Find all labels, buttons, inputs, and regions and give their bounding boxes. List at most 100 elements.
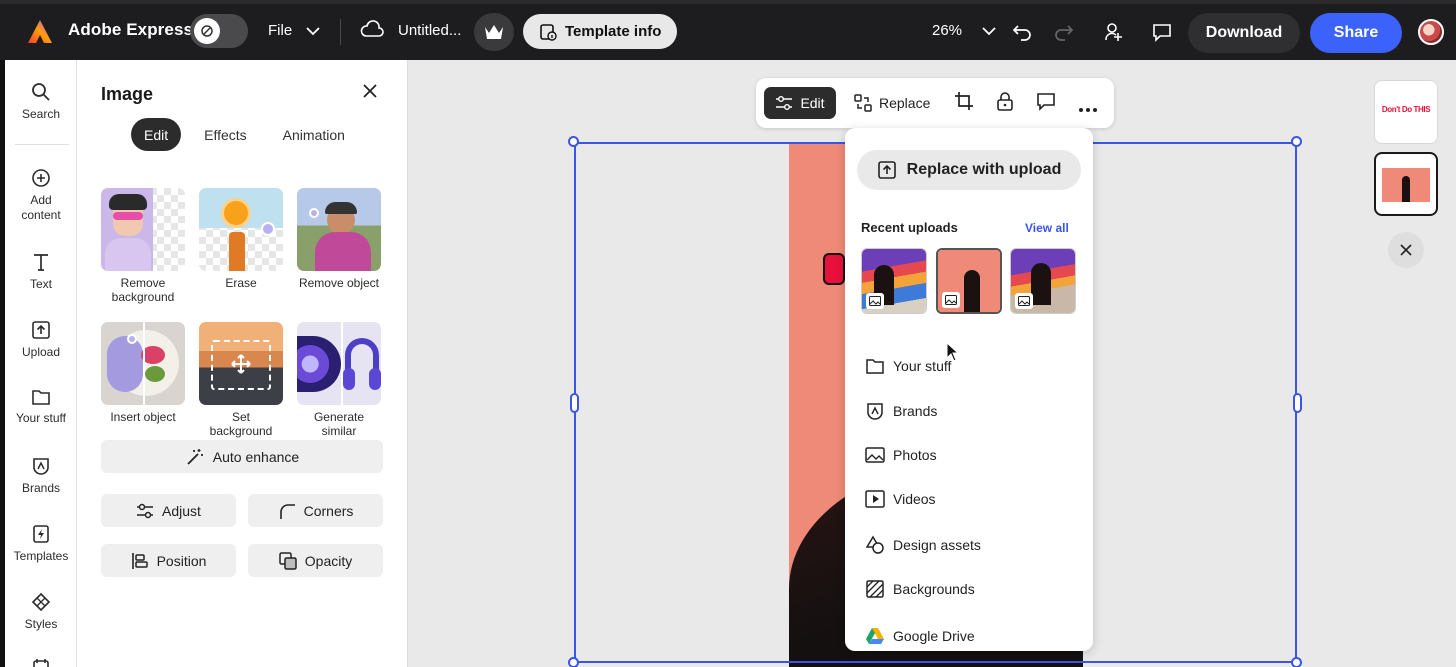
upload-icon: [32, 321, 50, 339]
comment-icon[interactable]: [1036, 91, 1056, 116]
chevron-down-icon: [982, 26, 996, 35]
menu-item-label: Videos: [893, 491, 936, 507]
corners-button[interactable]: Corners: [248, 494, 383, 527]
tab-animation[interactable]: Animation: [270, 118, 358, 151]
rail-item-more[interactable]: [5, 658, 77, 667]
lock-icon[interactable]: [996, 91, 1014, 116]
adjust-button[interactable]: Adjust: [101, 494, 236, 527]
generate-similar-tool[interactable]: Generate similar: [297, 322, 381, 438]
edit-label: Edit: [800, 95, 825, 111]
panel-tabs: Edit Effects Animation: [131, 118, 368, 151]
remove-background-tool[interactable]: Remove background: [101, 188, 185, 304]
rail-label: Styles: [24, 617, 58, 631]
remove-background-thumbnail: [101, 188, 185, 271]
auto-enhance-button[interactable]: Auto enhance: [101, 440, 383, 473]
replace-with-upload-button[interactable]: Replace with upload: [857, 150, 1081, 190]
replace-label: Replace: [879, 95, 931, 111]
menu-item-label: Backgrounds: [893, 581, 975, 597]
insert-object-tool[interactable]: Insert object: [101, 322, 185, 424]
recent-upload-thumbnail[interactable]: [1010, 248, 1076, 314]
menu-item-label: Design assets: [893, 537, 981, 553]
document-title[interactable]: Untitled...: [398, 22, 461, 39]
replace-icon: [854, 94, 872, 112]
tab-effects[interactable]: Effects: [191, 118, 260, 151]
resize-handle[interactable]: [1291, 657, 1302, 667]
remove-object-tool[interactable]: Remove object: [297, 188, 381, 290]
resize-handle[interactable]: [568, 657, 579, 667]
redo-icon[interactable]: [1046, 14, 1082, 50]
replace-button[interactable]: Replace: [854, 87, 930, 119]
menu-item-google-drive[interactable]: Google Drive: [865, 627, 975, 645]
more-icon[interactable]: [1078, 100, 1098, 118]
zoom-control[interactable]: 26%: [932, 22, 996, 39]
menu-item-videos[interactable]: Videos: [865, 490, 936, 508]
comment-icon[interactable]: [1144, 14, 1180, 50]
rail-item-templates[interactable]: Templates: [5, 524, 77, 564]
rail-label: Upload: [21, 345, 61, 359]
rail-item-upload[interactable]: Upload: [5, 320, 77, 360]
resize-handle[interactable]: [568, 136, 579, 147]
page-thumbnail-1[interactable]: Don't Do THIS: [1374, 80, 1438, 144]
rail-label: Search: [21, 107, 61, 121]
adobe-express-logo[interactable]: [26, 18, 54, 46]
image-icon: [866, 293, 884, 309]
auto-enhance-label: Auto enhance: [212, 448, 300, 465]
menu-item-backgrounds[interactable]: Backgrounds: [865, 579, 975, 599]
erase-tool[interactable]: Erase: [199, 188, 283, 290]
divider: [340, 19, 341, 45]
mouse-cursor-icon: [946, 341, 960, 367]
mode-toggle[interactable]: [190, 14, 248, 48]
resize-handle[interactable]: [1293, 393, 1302, 413]
remove-object-thumbnail: [297, 188, 381, 271]
upload-icon: [877, 161, 896, 179]
close-icon[interactable]: [361, 82, 379, 105]
undo-icon[interactable]: [1004, 14, 1040, 50]
cloud-icon[interactable]: [360, 20, 384, 38]
opacity-button[interactable]: Opacity: [248, 544, 383, 577]
collaborate-icon[interactable]: [1096, 14, 1132, 50]
file-menu[interactable]: File: [268, 22, 320, 39]
close-icon[interactable]: [1388, 232, 1424, 268]
menu-item-your-stuff[interactable]: Your stuff: [865, 357, 951, 375]
rail-item-add-content[interactable]: Add content: [5, 168, 77, 223]
edit-button[interactable]: Edit: [764, 87, 836, 119]
menu-item-design-assets[interactable]: Design assets: [865, 535, 981, 555]
view-all-link[interactable]: View all: [1025, 221, 1069, 235]
menu-item-photos[interactable]: Photos: [865, 446, 937, 464]
toggle-knob-icon: [194, 18, 220, 44]
context-toolbar: Edit Replace: [756, 78, 1114, 128]
canvas[interactable]: Edit Replace Replace with upload Recent …: [408, 60, 1366, 667]
template-info-button[interactable]: Template info: [523, 14, 678, 49]
recent-upload-thumbnail[interactable]: [936, 248, 1002, 314]
sliders-icon: [776, 96, 793, 110]
position-label: Position: [156, 552, 207, 569]
replace-menu: Replace with upload Recent uploads View …: [845, 128, 1093, 651]
download-button[interactable]: Download: [1188, 13, 1300, 53]
resize-handle[interactable]: [1291, 136, 1302, 147]
menu-item-label: Brands: [893, 403, 938, 419]
page-thumbnail-2[interactable]: [1374, 152, 1438, 216]
menu-item-brands[interactable]: Brands: [865, 401, 937, 421]
brands-icon: [33, 458, 49, 475]
crop-icon[interactable]: [954, 91, 974, 116]
folder-icon: [32, 390, 50, 405]
rail-item-brands[interactable]: Brands: [5, 456, 77, 496]
tab-edit[interactable]: Edit: [131, 118, 182, 151]
set-background-tool[interactable]: Set background: [199, 322, 283, 438]
recent-upload-thumbnail[interactable]: [861, 248, 927, 314]
tool-label: Remove object: [298, 276, 380, 290]
rail-item-search[interactable]: Search: [5, 82, 77, 122]
share-button[interactable]: Share: [1310, 13, 1402, 53]
premium-crown-icon[interactable]: [474, 13, 514, 51]
resize-handle[interactable]: [570, 393, 579, 413]
rail-item-styles[interactable]: Styles: [5, 592, 77, 632]
corner-radius-icon: [279, 503, 295, 519]
rail-label: Add content: [21, 193, 61, 222]
rail-item-your-stuff[interactable]: Your stuff: [5, 388, 77, 426]
position-button[interactable]: Position: [101, 544, 236, 577]
generate-similar-thumbnail: [297, 322, 381, 405]
rail-item-text[interactable]: Text: [5, 252, 77, 292]
image-icon: [1015, 293, 1033, 309]
rail-label: Your stuff: [15, 411, 67, 425]
avatar[interactable]: [1418, 19, 1444, 45]
